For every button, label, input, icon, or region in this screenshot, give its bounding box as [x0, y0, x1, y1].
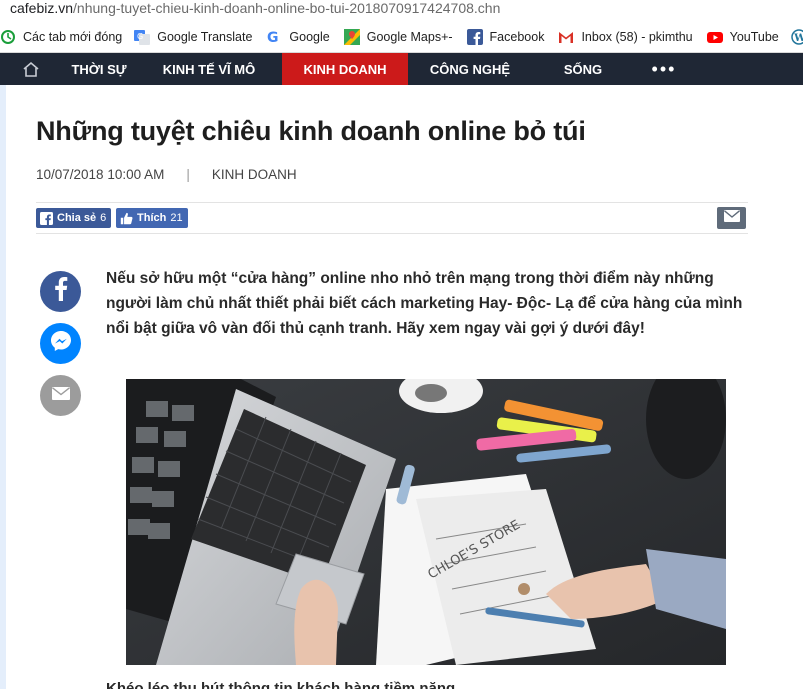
share-count: 6 — [100, 212, 107, 224]
google-icon: G — [266, 29, 282, 45]
thumbs-up-icon — [119, 211, 133, 225]
facebook-share-button[interactable]: Chia sẻ 6 — [36, 208, 112, 228]
mail-icon — [723, 209, 740, 227]
svg-text:G: G — [267, 30, 279, 45]
nav-cong-nghe[interactable]: CÔNG NGHỆ — [408, 53, 532, 85]
messenger-circle-button[interactable] — [40, 323, 81, 364]
bookmark-label: YouTube — [729, 30, 779, 44]
nav-song[interactable]: SỐNG — [532, 53, 634, 85]
svg-text:G: G — [137, 32, 143, 41]
bookmarks-bar: Các tab mới đóng G Google Translate G Go… — [0, 22, 803, 53]
bookmark-label: Google Maps+- — [366, 30, 453, 44]
like-label: Thích — [137, 212, 167, 224]
wordpress-icon: W — [791, 29, 803, 45]
like-count: 21 — [170, 212, 183, 224]
bookmark-google[interactable]: G Google — [266, 29, 329, 45]
article-meta: 10/07/2018 10:00 AM | KINH DOANH — [36, 167, 297, 182]
bookmark-google-translate[interactable]: G Google Translate — [134, 29, 252, 45]
url-host: cafebiz.vn — [10, 0, 74, 16]
facebook-like-button[interactable]: Thích 21 — [116, 208, 188, 228]
article-photo: CHLOE'S STORE — [126, 379, 726, 665]
article-subheading: Khéo léo thu hút thông tin khách hàng ti… — [106, 680, 456, 689]
share-bar: Chia sẻ 6 Thích 21 — [36, 202, 748, 234]
nav-thoi-su[interactable]: THỜI SỰ — [62, 53, 136, 85]
url-path: /nhung-tuyet-chieu-kinh-doanh-online-bo-… — [73, 0, 501, 16]
messenger-icon — [50, 330, 72, 357]
meta-separator: | — [186, 167, 190, 182]
email-circle-button[interactable] — [40, 375, 81, 416]
bookmark-label: Inbox (58) - pkimthu — [581, 30, 693, 44]
nav-kinh-te-vi-mo[interactable]: KINH TẾ VĨ MÔ — [136, 53, 282, 85]
article-title: Những tuyệt chiêu kinh doanh online bỏ t… — [36, 116, 586, 146]
address-bar[interactable]: cafebiz.vn/nhung-tuyet-chieu-kinh-doanh-… — [0, 0, 803, 22]
facebook-icon — [54, 277, 68, 306]
article-date: 10/07/2018 10:00 AM — [36, 167, 165, 182]
nav-more-button[interactable]: ••• — [634, 53, 694, 85]
share-label: Chia sẻ — [57, 212, 97, 224]
browser-window: cafebiz.vn/nhung-tuyet-chieu-kinh-doanh-… — [0, 0, 803, 689]
facebook-icon — [39, 211, 53, 225]
site-nav: THỜI SỰ KINH TẾ VĨ MÔ KINH DOANH CÔNG NG… — [0, 53, 803, 85]
google-maps-icon — [343, 29, 360, 45]
restore-icon — [0, 29, 16, 45]
bookmark-youtube[interactable]: YouTube — [706, 29, 779, 45]
facebook-icon — [466, 29, 483, 45]
bookmark-label: Google Translate — [157, 30, 253, 44]
bookmark-facebook[interactable]: Facebook — [466, 29, 545, 45]
svg-text:W: W — [793, 33, 803, 44]
google-translate-icon: G — [134, 29, 151, 45]
facebook-circle-button[interactable] — [40, 271, 81, 312]
home-icon[interactable] — [0, 53, 62, 85]
bookmark-gmail[interactable]: Inbox (58) - pkimthu — [558, 29, 693, 45]
bookmark-wordpress[interactable]: W — [791, 29, 803, 45]
bookmark-label: Facebook — [489, 30, 545, 44]
bookmark-google-maps[interactable]: Google Maps+- — [343, 29, 453, 45]
gmail-icon — [558, 29, 574, 45]
article-category[interactable]: KINH DOANH — [212, 167, 297, 182]
mail-icon — [51, 386, 70, 405]
nav-kinh-doanh[interactable]: KINH DOANH — [282, 53, 408, 85]
email-share-button[interactable] — [717, 207, 746, 229]
bookmark-label: Google — [289, 30, 330, 44]
bookmark-label: Các tab mới đóng — [23, 30, 123, 44]
youtube-icon — [706, 29, 723, 45]
left-border — [0, 85, 6, 689]
article-lead: Nếu sở hữu một “cửa hàng” online nho nhỏ… — [106, 270, 743, 337]
bookmark-recent-tabs[interactable]: Các tab mới đóng — [0, 29, 122, 45]
